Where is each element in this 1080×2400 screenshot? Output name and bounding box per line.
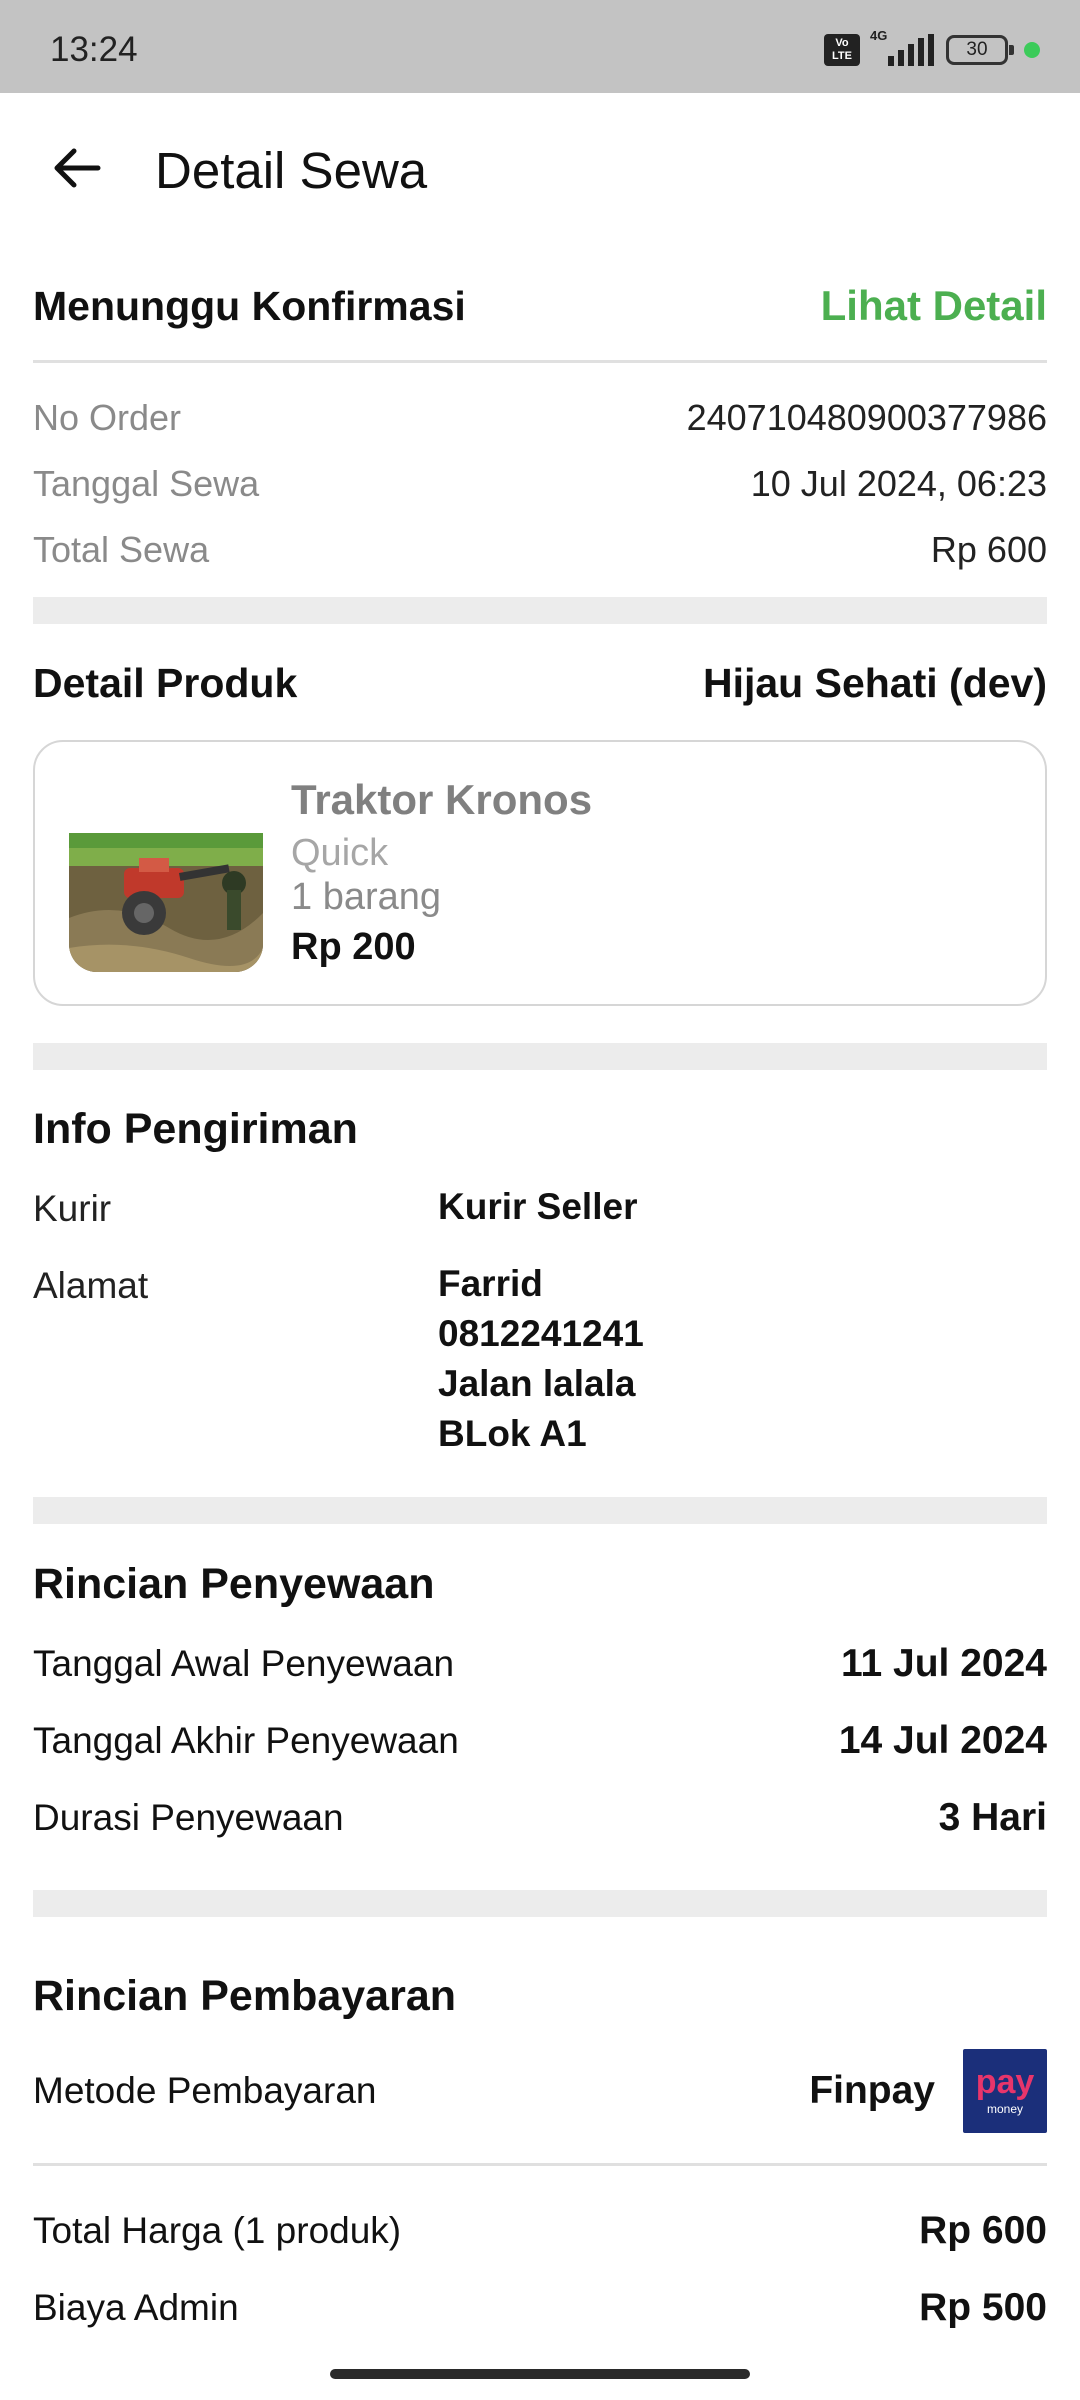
battery-icon: 30 — [946, 35, 1014, 65]
section-separator — [33, 1043, 1047, 1070]
address-street: Jalan lalala — [438, 1363, 636, 1404]
page-title: Detail Sewa — [155, 142, 428, 199]
order-number-value: 240710480900377986 — [686, 397, 1047, 438]
payment-method-label: Metode Pembayaran — [33, 2069, 377, 2111]
finpay-logo: pay money — [963, 2048, 1047, 2133]
rental-end-label: Tanggal Akhir Penyewaan — [33, 1719, 459, 1761]
order-status-label: Menunggu Konfirmasi — [33, 282, 466, 329]
divider — [33, 360, 1047, 363]
admin-fee-value: Rp 500 — [919, 2285, 1047, 2329]
rental-start-row: Tanggal Awal Penyewaan 11 Jul 2024 — [33, 1625, 1047, 1702]
rent-date-label: Tanggal Sewa — [33, 463, 260, 504]
product-card[interactable]: Traktor Kronos Quick 1 barang Rp 200 — [33, 740, 1047, 1006]
rental-end-row: Tanggal Akhir Penyewaan 14 Jul 2024 — [33, 1702, 1047, 1779]
product-name: Traktor Kronos — [291, 776, 593, 823]
payment-method-value: Finpay — [809, 2068, 935, 2112]
product-image — [69, 778, 263, 972]
divider — [33, 2163, 1047, 2166]
product-quantity: 1 barang — [291, 876, 442, 918]
system-icons: Vo LTE 4G 30 — [824, 28, 1040, 70]
shipping-title: Info Pengiriman — [33, 1105, 358, 1153]
status-bar: 13:24 Vo LTE 4G 30 — [0, 0, 1080, 93]
order-number-label: No Order — [33, 397, 182, 438]
address-value: Farrid 0812241241 Jalan lalala BLok A1 — [438, 1259, 644, 1459]
total-price-row: Total Harga (1 produk) Rp 600 — [33, 2192, 1047, 2269]
rent-date-row: Tanggal Sewa 10 Jul 2024, 06:23 — [33, 451, 1047, 517]
courier-label: Kurir — [33, 1188, 112, 1229]
back-button[interactable] — [50, 141, 104, 195]
network-type: 4G — [870, 28, 888, 43]
rental-title: Rincian Penyewaan — [33, 1560, 435, 1608]
rental-duration-row: Durasi Penyewaan 3 Hari — [33, 1779, 1047, 1856]
address-name: Farrid — [438, 1263, 543, 1304]
total-price-value: Rp 600 — [919, 2208, 1047, 2252]
product-variant: Quick — [291, 832, 389, 874]
courier-row: Kurir Kurir Seller — [33, 1186, 1047, 1238]
address-row: Alamat Farrid 0812241241 Jalan lalala BL… — [33, 1263, 1047, 1465]
rental-details: Tanggal Awal Penyewaan 11 Jul 2024 Tangg… — [33, 1625, 1047, 1856]
address-phone: 0812241241 — [438, 1313, 644, 1354]
admin-fee-row: Biaya Admin Rp 500 — [33, 2269, 1047, 2346]
arrow-left-icon — [54, 148, 101, 188]
section-separator — [33, 597, 1047, 624]
status-time: 13:24 — [50, 30, 138, 69]
payment-title: Rincian Pembayaran — [33, 1972, 457, 2020]
section-separator — [33, 1890, 1047, 1917]
finpay-logo-text: pay — [975, 2062, 1035, 2101]
rent-total-value: Rp 600 — [930, 529, 1047, 570]
store-name: Hijau Sehati (dev) — [702, 660, 1047, 706]
rental-end-value: 14 Jul 2024 — [838, 1718, 1047, 1762]
total-price-label: Total Harga (1 produk) — [33, 2209, 402, 2251]
product-section-header: Detail Produk Hijau Sehati (dev) — [33, 660, 1047, 707]
address-block: BLok A1 — [438, 1413, 587, 1454]
address-label: Alamat — [33, 1265, 149, 1306]
privacy-dot-icon — [1024, 42, 1040, 58]
rental-start-label: Tanggal Awal Penyewaan — [33, 1642, 455, 1684]
section-separator — [33, 1497, 1047, 1524]
rental-duration-label: Durasi Penyewaan — [33, 1796, 344, 1838]
courier-value: Kurir Seller — [438, 1186, 638, 1227]
order-info: No Order 240710480900377986 Tanggal Sewa… — [33, 385, 1047, 583]
order-number-row: No Order 240710480900377986 — [33, 385, 1047, 451]
rent-total-label: Total Sewa — [33, 529, 210, 570]
order-status-section: Menunggu Konfirmasi Lihat Detail — [33, 280, 1047, 363]
finpay-logo-subtext: money — [986, 2101, 1024, 2116]
home-indicator[interactable] — [330, 2369, 750, 2379]
admin-fee-label: Biaya Admin — [33, 2286, 239, 2328]
volte-icon: Vo LTE — [824, 34, 860, 66]
signal-icon: 4G — [870, 28, 936, 66]
payment-method-row: Metode Pembayaran Finpay pay money — [33, 2048, 1047, 2133]
rental-start-value: 11 Jul 2024 — [840, 1641, 1047, 1685]
payment-method-value-group: Finpay pay money — [809, 2048, 1047, 2133]
product-price: Rp 200 — [291, 926, 416, 968]
rental-duration-value: 3 Hari — [938, 1795, 1047, 1839]
view-detail-link[interactable]: Lihat Detail — [821, 282, 1047, 330]
rent-total-row: Total Sewa Rp 600 — [33, 517, 1047, 583]
payment-totals: Total Harga (1 produk) Rp 600 Biaya Admi… — [33, 2192, 1047, 2346]
app-bar: Detail Sewa — [0, 93, 1080, 253]
product-section-title: Detail Produk — [33, 660, 298, 706]
rent-date-value: 10 Jul 2024, 06:23 — [750, 463, 1047, 504]
